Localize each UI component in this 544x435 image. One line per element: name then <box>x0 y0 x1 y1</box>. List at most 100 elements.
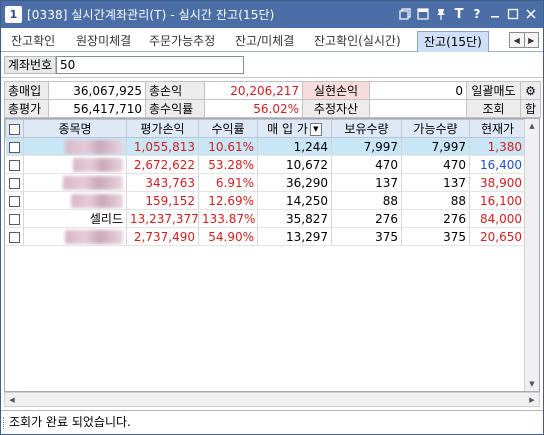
status-bar: 조회가 완료 되었습니다. <box>1 410 543 434</box>
col-header-buy-price-label: 매 입 가 <box>267 122 308 136</box>
row-checkbox[interactable] <box>5 209 24 228</box>
tab-balance-check[interactable]: 잔고확인 <box>11 31 55 52</box>
stock-name-redacted <box>23 155 127 174</box>
close-icon[interactable] <box>523 6 539 22</box>
account-number-input[interactable]: 50 <box>56 56 244 74</box>
row-checkbox[interactable] <box>5 155 24 174</box>
tab-prev-icon[interactable]: ◀ <box>510 33 525 47</box>
cell-buy: 10,672 <box>257 155 332 174</box>
bulk-sell-button[interactable]: 일괄매도 <box>466 81 521 100</box>
scroll-left-icon[interactable]: ◀ <box>5 393 19 406</box>
cell-buy: 13,297 <box>257 227 332 246</box>
table-row[interactable]: 2,737,490 54.90% 13,297 375 375 20,650 <box>5 227 526 246</box>
table-row[interactable]: 159,152 12.69% 14,250 88 88 16,100 <box>5 191 526 210</box>
cell-buy: 36,290 <box>257 173 332 192</box>
cell-pnl: 159,152 <box>126 191 199 210</box>
status-message: 조회가 완료 되었습니다. <box>9 415 131 429</box>
cell-pnl: 1,055,813 <box>126 137 199 156</box>
cell-buy: 1,244 <box>257 137 332 156</box>
header-row: 종목명 평가손익 수익률 매 입 가 ▼ 보유수량 가능수량 현재가 <box>5 119 526 138</box>
total-return-value: 56.02% <box>204 99 303 118</box>
tab-balance-unfilled[interactable]: 잔고/미체결 <box>235 31 294 52</box>
cell-hold: 276 <box>331 209 402 228</box>
sort-dropdown-icon[interactable]: ▼ <box>309 123 322 136</box>
scroll-up-icon[interactable]: ▲ <box>525 119 539 133</box>
table-row[interactable]: 343,763 6.91% 36,290 137 137 38,900 <box>5 173 526 192</box>
title-bar[interactable]: 1 [0338] 실시간계좌관리(T) - 실시간 잔고(15단) T ? <box>1 1 543 28</box>
font-icon[interactable]: T <box>451 6 467 22</box>
tab-ledger-unfilled[interactable]: 원장미체결 <box>76 31 131 52</box>
stock-name-redacted <box>23 173 127 192</box>
row-checkbox[interactable] <box>5 191 24 210</box>
cell-rate: 133.87% <box>198 209 258 228</box>
cell-avail: 470 <box>401 155 470 174</box>
stock-name-redacted <box>23 191 127 210</box>
total-pnl-label: 총손익 <box>145 81 205 100</box>
row-checkbox[interactable] <box>5 227 24 246</box>
col-header-price[interactable]: 현재가 <box>469 119 526 138</box>
settings-gear-button[interactable]: ⚙ <box>520 81 541 100</box>
cell-avail: 7,997 <box>401 137 470 156</box>
est-assets-label: 추정자산 <box>302 99 370 118</box>
account-row: 계좌번호 50 <box>1 52 543 78</box>
tab-scroll-nav: ◀ ▶ <box>509 32 539 48</box>
tab-balance-realtime[interactable]: 잔고확인(실시간) <box>314 31 401 52</box>
sum-button[interactable]: 합 <box>520 99 541 118</box>
maximize-icon[interactable] <box>505 6 521 22</box>
est-assets-value <box>369 99 467 118</box>
cell-buy: 35,827 <box>257 209 332 228</box>
window: 1 [0338] 실시간계좌관리(T) - 실시간 잔고(15단) T ? 잔고… <box>0 0 544 435</box>
col-header-buy-price[interactable]: 매 입 가 ▼ <box>257 119 332 138</box>
query-button[interactable]: 조회 <box>466 99 521 118</box>
row-checkbox[interactable] <box>5 173 24 192</box>
grip-icon <box>3 417 6 429</box>
cell-rate: 53.28% <box>198 155 258 174</box>
total-pnl-value: 20,206,217 <box>204 81 303 100</box>
tab-balance-15[interactable]: 잔고(15단) <box>417 31 489 52</box>
cell-price: 20,650 <box>469 227 526 246</box>
col-header-rate[interactable]: 수익률 <box>198 119 258 138</box>
tab-orderable-estimate[interactable]: 주문가능추정 <box>149 31 215 52</box>
total-eval-label: 총평가 <box>4 99 49 118</box>
cell-avail: 137 <box>401 173 470 192</box>
scroll-down-icon[interactable]: ▼ <box>525 377 539 391</box>
cell-price: 84,000 <box>469 209 526 228</box>
title-buttons: T ? <box>397 6 539 22</box>
help-icon[interactable]: ? <box>469 6 485 22</box>
cell-hold: 470 <box>331 155 402 174</box>
cell-hold: 88 <box>331 191 402 210</box>
table-row[interactable]: 1,055,813 10.61% 1,244 7,997 7,997 1,380 <box>5 137 526 156</box>
table-row[interactable]: 2,672,622 53.28% 10,672 470 470 16,400 <box>5 155 526 174</box>
select-all-checkbox[interactable] <box>5 119 24 138</box>
restore-icon[interactable] <box>397 6 413 22</box>
cell-hold: 7,997 <box>331 137 402 156</box>
account-label: 계좌번호 <box>4 56 56 74</box>
gear-icon: ⚙ <box>525 83 536 98</box>
vertical-scrollbar[interactable]: ▲ ▼ <box>524 119 539 391</box>
cell-pnl: 2,672,622 <box>126 155 199 174</box>
col-header-hold-qty[interactable]: 보유수량 <box>331 119 402 138</box>
cell-pnl: 2,737,490 <box>126 227 199 246</box>
col-header-name[interactable]: 종목명 <box>23 119 127 138</box>
minimize-icon[interactable] <box>487 6 503 22</box>
cell-avail: 276 <box>401 209 470 228</box>
realized-pnl-value: 0 <box>369 81 467 100</box>
cell-hold: 375 <box>331 227 402 246</box>
tab-next-icon[interactable]: ▶ <box>525 33 539 47</box>
realized-pnl-label: 실현손익 <box>302 81 370 100</box>
horizontal-scrollbar[interactable]: ◀ ▶ <box>4 392 540 407</box>
holdings-table: 종목명 평가손익 수익률 매 입 가 ▼ 보유수량 가능수량 현재가 1,055,… <box>5 119 526 246</box>
stock-name-redacted <box>23 137 127 156</box>
cell-rate: 12.69% <box>198 191 258 210</box>
row-checkbox[interactable] <box>5 137 24 156</box>
window-icon[interactable] <box>415 6 431 22</box>
pin-icon[interactable] <box>433 6 449 22</box>
scroll-right-icon[interactable]: ▶ <box>525 393 539 406</box>
col-header-avail-qty[interactable]: 가능수량 <box>401 119 470 138</box>
total-purchase-label: 총매입 <box>4 81 49 100</box>
cell-hold: 137 <box>331 173 402 192</box>
cell-price: 1,380 <box>469 137 526 156</box>
stock-name-redacted <box>23 227 127 246</box>
col-header-pnl[interactable]: 평가손익 <box>126 119 199 138</box>
table-row[interactable]: 셀리드 13,237,377 133.87% 35,827 276 276 84… <box>5 209 526 228</box>
